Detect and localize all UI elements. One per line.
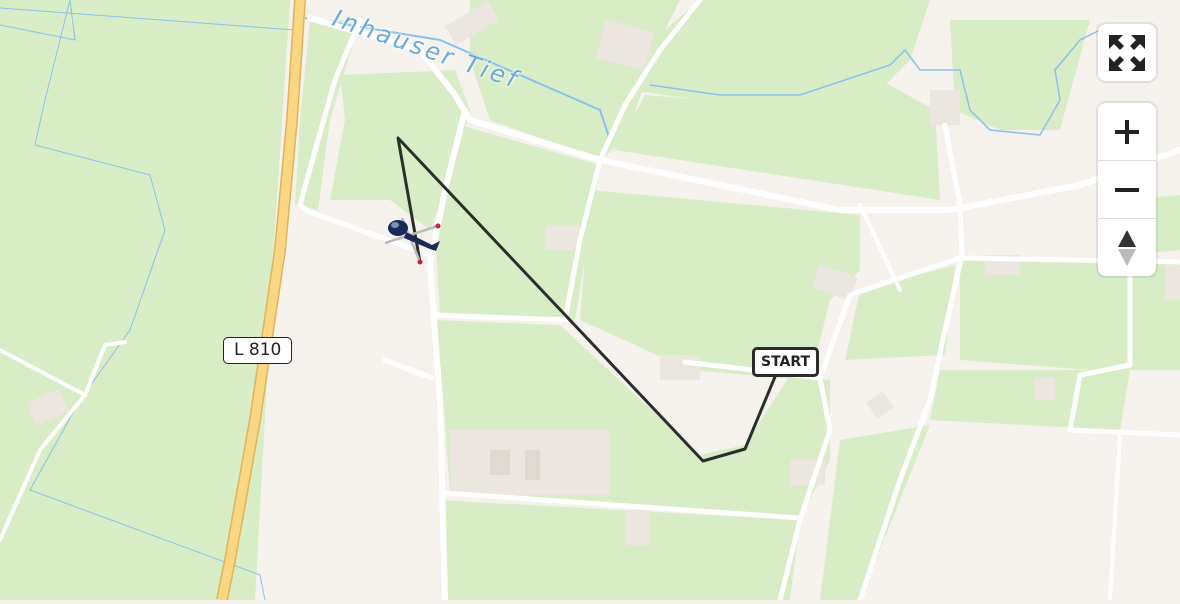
compass-button[interactable]	[1098, 218, 1156, 276]
fullscreen-button[interactable]	[1098, 24, 1156, 81]
plus-icon	[1115, 119, 1139, 144]
fullscreen-icon	[1109, 34, 1145, 71]
minus-icon	[1115, 187, 1139, 192]
map-canvas[interactable]: Inhauser Tief L 810 START	[0, 0, 1180, 603]
compass-icon	[1118, 229, 1136, 266]
navigation-control	[1098, 103, 1156, 276]
road-ref-label: L 810	[223, 337, 293, 364]
zoom-out-button[interactable]	[1098, 160, 1156, 218]
fullscreen-control	[1098, 24, 1156, 81]
route-start-label[interactable]: START	[752, 347, 820, 377]
zoom-in-button[interactable]	[1098, 103, 1156, 160]
map-layer	[0, 0, 1180, 603]
